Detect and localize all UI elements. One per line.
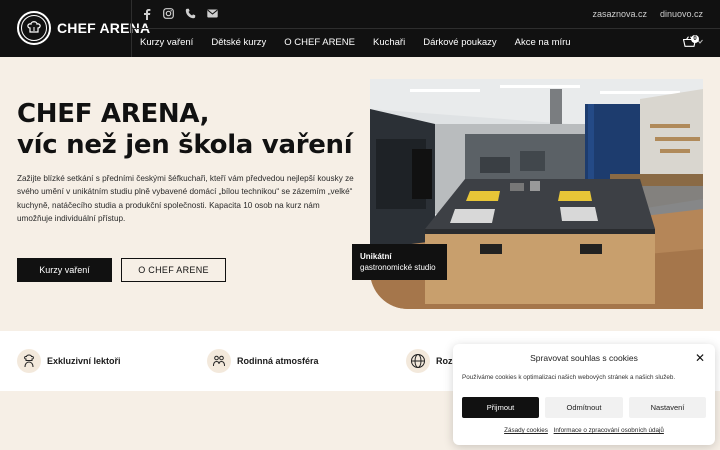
site-header: CHEF ARENA zasaznova.cz dinuovo.cz Kurzy… <box>0 0 720 57</box>
hero-description: Zažijte blízké setkání s předními českým… <box>17 174 354 223</box>
nav-item-o-chef-arene[interactable]: O CHEF ARENE <box>284 37 355 48</box>
feature-label: Rodinná atmosféra <box>237 356 319 366</box>
cookie-policy-links: Zásady cookies Informace o zpracování os… <box>453 427 715 434</box>
chef-hat-logo-icon <box>27 21 41 33</box>
partner-link[interactable]: zasaznova.cz <box>592 9 647 19</box>
cart-button[interactable]: 0 <box>683 35 703 47</box>
phone-icon[interactable] <box>184 7 197 20</box>
feature-exclusive-lecturers: Exkluzivní lektoři <box>17 349 121 373</box>
studio-badge-text: gastronomické studio <box>360 263 436 272</box>
main-nav: Kurzy vaření Dětské kurzy O CHEF ARENE K… <box>140 37 589 48</box>
cookie-dialog-title: Spravovat souhlas s cookies <box>530 353 638 363</box>
close-icon[interactable]: ✕ <box>695 352 705 364</box>
partner-link[interactable]: dinuovo.cz <box>660 9 703 19</box>
nav-item-kurzy-vareni[interactable]: Kurzy vaření <box>140 37 193 48</box>
cookie-consent-dialog: Spravovat souhlas s cookies ✕ Používáme … <box>453 344 715 445</box>
header-divider-horizontal <box>131 28 720 29</box>
social-links <box>140 7 219 20</box>
partner-links: zasaznova.cz dinuovo.cz <box>592 9 703 19</box>
accept-cookies-button[interactable]: Přijmout <box>462 397 539 418</box>
nav-item-darkove-poukazy[interactable]: Dárkové poukazy <box>423 37 496 48</box>
feature-label: Exkluzivní lektoři <box>47 356 121 366</box>
cookie-settings-button[interactable]: Nastavení <box>629 397 706 418</box>
feature-family-atmosphere: Rodinná atmosféra <box>207 349 319 373</box>
facebook-icon[interactable] <box>140 7 153 20</box>
about-chef-arena-button[interactable]: O CHEF ARENE <box>121 258 226 282</box>
nav-item-akce-na-miru[interactable]: Akce na míru <box>515 37 571 48</box>
nav-item-kuchari[interactable]: Kuchaři <box>373 37 405 48</box>
cookie-dialog-text: Používáme cookies k optimalizaci našich … <box>462 374 676 381</box>
chef-icon <box>17 349 41 373</box>
logo-badge <box>17 11 51 45</box>
hero-title: CHEF ARENA, víc než jen škola vaření <box>17 99 353 161</box>
cart-count-badge: 0 <box>691 35 699 43</box>
privacy-policy-link[interactable]: Informace o zpracování osobních údajů <box>554 427 664 434</box>
cookie-policy-link[interactable]: Zásady cookies <box>504 427 548 434</box>
mail-icon[interactable] <box>206 7 219 20</box>
globe-icon <box>406 349 430 373</box>
studio-badge: Unikátní gastronomické studio <box>352 244 447 280</box>
instagram-icon[interactable] <box>162 7 175 20</box>
cooking-courses-button[interactable]: Kurzy vaření <box>17 258 112 282</box>
studio-badge-bold: Unikátní <box>360 252 392 261</box>
hero-title-line1: CHEF ARENA, <box>17 99 210 129</box>
hero-title-line2: víc než jen škola vaření <box>17 130 353 160</box>
family-icon <box>207 349 231 373</box>
deny-cookies-button[interactable]: Odmítnout <box>545 397 623 418</box>
nav-item-detske-kurzy[interactable]: Dětské kurzy <box>211 37 266 48</box>
